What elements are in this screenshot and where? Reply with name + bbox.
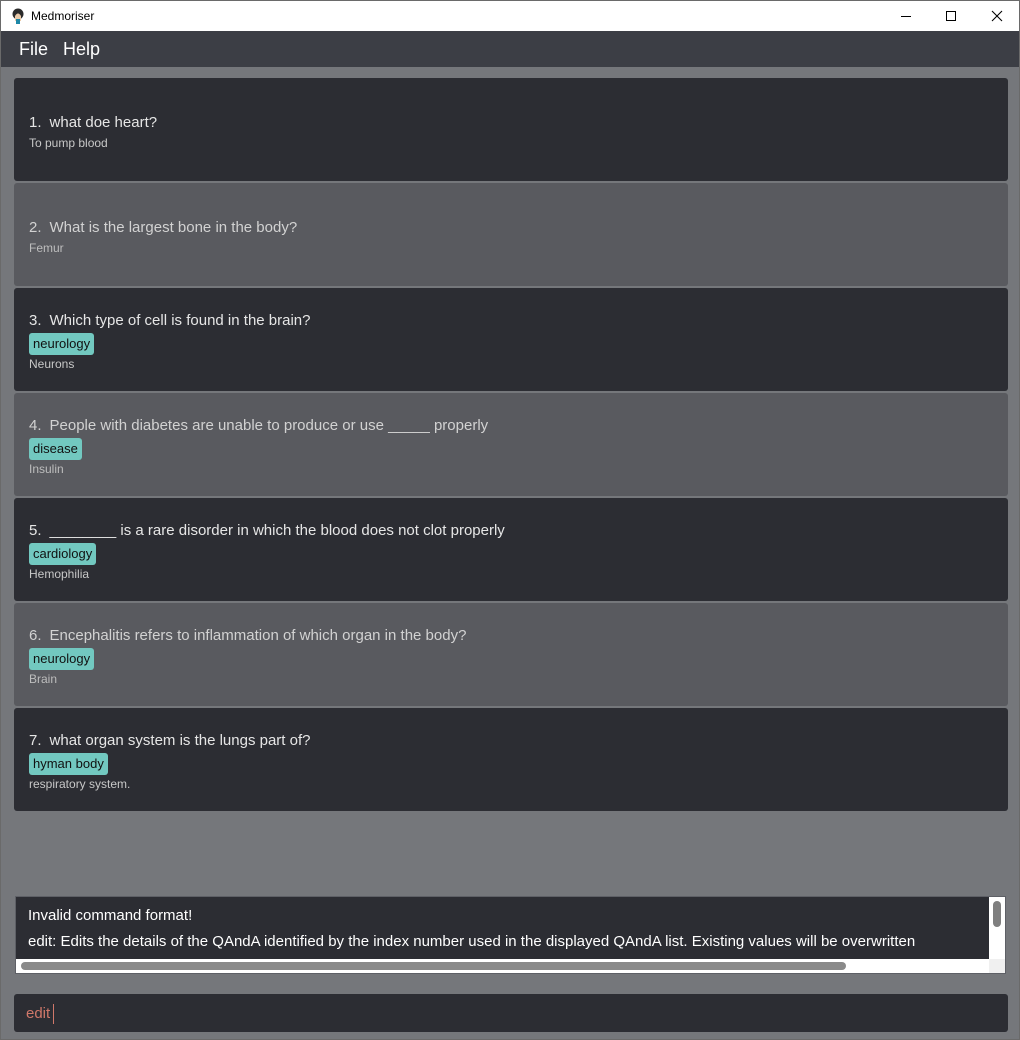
answer-text: Insulin [29, 462, 64, 476]
qanda-card[interactable]: 1. what doe heart? To pump blood [14, 78, 1008, 181]
qanda-card[interactable]: 5. ________ is a rare disorder in which t… [14, 498, 1008, 601]
title-bar: Medmoriser [0, 0, 1020, 31]
result-usage: edit: Edits the details of the QAndA ide… [28, 933, 916, 950]
horizontal-scroll-thumb[interactable] [21, 962, 846, 970]
tag-badge: neurology [29, 648, 95, 670]
question-text: 1. what doe heart? [29, 114, 158, 131]
window-title: Medmoriser [31, 9, 95, 23]
menu-bar: File Help [0, 31, 1020, 67]
answer-text: respiratory system. [29, 777, 131, 791]
tag-badge: hyman body [29, 753, 108, 775]
qanda-card[interactable]: 7. what organ system is the lungs part of… [14, 708, 1008, 811]
horizontal-scrollbar[interactable] [16, 959, 989, 973]
answer-text: To pump blood [29, 136, 108, 150]
menu-file[interactable]: File [19, 39, 48, 60]
menu-help[interactable]: Help [63, 39, 100, 60]
question-text: 4. People with diabetes are unable to pro… [29, 417, 489, 434]
question-text: 6. Encephalitis refers to inflammation of… [29, 627, 467, 644]
maximize-icon [946, 11, 956, 21]
close-icon [991, 10, 1003, 22]
command-input[interactable] [14, 994, 1008, 1032]
app-logo-icon [11, 8, 25, 24]
text-caret [53, 1004, 54, 1024]
scroll-corner [989, 959, 1005, 973]
answer-text: Femur [29, 241, 64, 255]
tag-badge: cardiology [29, 543, 97, 565]
result-display[interactable]: Invalid command format! edit: Edits the … [15, 896, 1006, 974]
answer-text: Brain [29, 672, 58, 686]
maximize-button[interactable] [928, 1, 974, 31]
minimize-icon [901, 16, 911, 17]
close-button[interactable] [974, 1, 1020, 31]
question-text: 7. what organ system is the lungs part of… [29, 732, 311, 749]
question-text: 3. Which type of cell is found in the bra… [29, 312, 311, 329]
tag-badge: disease [29, 438, 82, 460]
question-text: 5. ________ is a rare disorder in which t… [29, 522, 505, 539]
answer-text: Neurons [29, 357, 75, 371]
result-message: Invalid command format! [28, 907, 193, 924]
tag-badge: neurology [29, 333, 95, 355]
command-box[interactable] [14, 994, 1008, 1032]
qanda-card[interactable]: 3. Which type of cell is found in the bra… [14, 288, 1008, 391]
vertical-scroll-thumb[interactable] [993, 901, 1001, 927]
question-text: 2. What is the largest bone in the body? [29, 219, 298, 236]
main-content: 1. what doe heart? To pump blood 2. What i… [0, 67, 1020, 1040]
vertical-scrollbar[interactable] [989, 897, 1005, 959]
answer-text: Hemophilia [29, 567, 90, 581]
minimize-button[interactable] [883, 1, 929, 31]
qanda-card[interactable]: 2. What is the largest bone in the body? … [14, 183, 1008, 286]
qanda-card[interactable]: 6. Encephalitis refers to inflammation of… [14, 603, 1008, 706]
qanda-card[interactable]: 4. People with diabetes are unable to pro… [14, 393, 1008, 496]
